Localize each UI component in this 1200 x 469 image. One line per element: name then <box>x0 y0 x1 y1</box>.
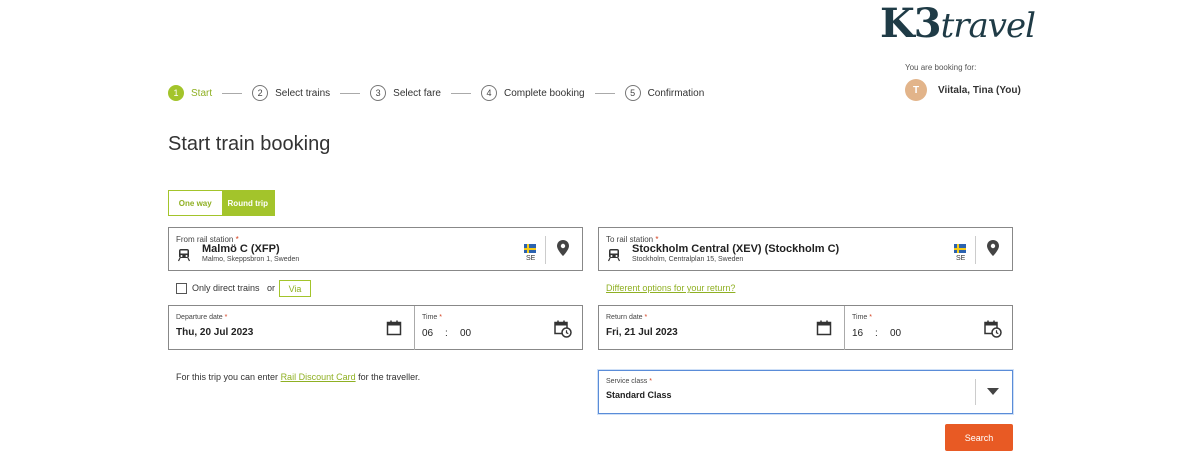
step-number: 1 <box>168 85 184 101</box>
return-datetime-field: Return date * Fri, 21 Jul 2023 Time * 16… <box>598 305 1013 350</box>
step-number: 4 <box>480 85 497 101</box>
booking-for-label: You are booking for: <box>905 63 977 72</box>
step-select-trains: 2 Select trains <box>252 85 330 101</box>
step-select-fare: 3 Select fare <box>370 85 441 101</box>
return-date-label: Return date * <box>606 314 648 321</box>
step-connector <box>340 92 361 94</box>
step-number: 3 <box>370 85 387 101</box>
train-icon <box>607 249 621 262</box>
train-icon <box>177 249 191 262</box>
sweden-flag-icon <box>954 244 966 253</box>
step-start: 1 Start <box>168 85 212 101</box>
return-date-value[interactable]: Fri, 21 Jul 2023 <box>606 327 678 338</box>
from-station-name: Malmö C (XFP) <box>202 243 280 255</box>
to-station-field[interactable]: To rail station * Stockholm Central (XEV… <box>598 227 1013 271</box>
departure-time-label: Time * <box>422 314 442 321</box>
step-connector <box>594 92 615 94</box>
step-number: 5 <box>624 85 641 101</box>
step-label: Start <box>191 87 213 99</box>
country-code: SE <box>956 255 966 262</box>
field-divider <box>975 379 976 405</box>
brand-logo: K3travel <box>880 0 1036 48</box>
service-class-select[interactable]: Service class * Standard Class <box>598 370 1013 414</box>
logo-word: travel <box>940 6 1036 46</box>
or-label: or <box>267 283 276 293</box>
avatar[interactable]: T <box>905 79 927 101</box>
sweden-flag-icon <box>524 244 536 253</box>
return-hour[interactable]: 16 <box>852 328 863 339</box>
round-trip-button[interactable]: Round trip <box>221 191 274 215</box>
discount-card-note: For this trip you can enter Rail Discoun… <box>176 372 420 382</box>
calendar-icon[interactable] <box>386 320 402 336</box>
return-minute[interactable]: 00 <box>890 328 901 339</box>
location-pin-icon[interactable] <box>986 239 1000 257</box>
field-divider <box>844 306 845 350</box>
step-label: Select trains <box>275 87 331 99</box>
departure-datetime-field: Departure date * Thu, 20 Jul 2023 Time *… <box>168 305 583 350</box>
page-title: Start train booking <box>168 133 331 155</box>
location-pin-icon[interactable] <box>556 239 570 257</box>
departure-date-label: Departure date * <box>176 314 228 321</box>
trip-type-toggle: One way Round trip <box>168 190 275 216</box>
field-divider <box>545 236 546 264</box>
logo-mark: K3 <box>880 0 942 47</box>
different-return-link[interactable]: Different options for your return? <box>606 283 735 293</box>
step-label: Confirmation <box>647 87 705 99</box>
return-time-label: Time * <box>852 314 872 321</box>
calendar-icon[interactable] <box>816 320 832 336</box>
departure-date-value[interactable]: Thu, 20 Jul 2023 <box>176 327 253 338</box>
step-label: Complete booking <box>503 87 585 99</box>
calendar-clock-icon[interactable] <box>984 320 1002 338</box>
departure-minute[interactable]: 00 <box>460 328 471 339</box>
booking-stepper: 1 Start 2 Select trains 3 Select fare 4 … <box>168 84 704 102</box>
country-code: SE <box>526 255 536 262</box>
search-button[interactable]: Search <box>945 424 1013 451</box>
from-station-address: Malmo, Skeppsbron 1, Sweden <box>202 256 300 263</box>
time-separator: : <box>875 328 878 339</box>
discount-prefix: For this trip you can enter <box>176 372 279 382</box>
step-confirmation: 5 Confirmation <box>624 85 705 101</box>
service-class-label: Service class * <box>606 378 652 385</box>
traveller-name[interactable]: Viitala, Tina (You) <box>938 85 1021 96</box>
step-connector <box>222 92 243 94</box>
rail-discount-card-link[interactable]: Rail Discount Card <box>281 372 356 382</box>
to-station-name: Stockholm Central (XEV) (Stockholm C) <box>632 243 840 255</box>
calendar-clock-icon[interactable] <box>554 320 572 338</box>
departure-hour[interactable]: 06 <box>422 328 433 339</box>
to-station-address: Stockholm, Centralplan 15, Sweden <box>632 256 744 263</box>
step-label: Select fare <box>393 87 441 99</box>
step-number: 2 <box>252 85 269 101</box>
step-connector <box>450 92 471 94</box>
direct-trains-checkbox[interactable] <box>176 283 187 294</box>
time-separator: : <box>445 328 448 339</box>
step-complete-booking: 4 Complete booking <box>480 85 585 101</box>
from-station-field[interactable]: From rail station * Malmö C (XFP) Malmo,… <box>168 227 583 271</box>
one-way-button[interactable]: One way <box>169 191 222 215</box>
discount-suffix: for the traveller. <box>358 372 421 382</box>
field-divider <box>975 236 976 264</box>
chevron-down-icon[interactable] <box>987 388 999 395</box>
field-divider <box>414 306 415 350</box>
service-class-value: Standard Class <box>606 390 672 400</box>
direct-trains-label: Only direct trains <box>192 283 260 293</box>
via-button[interactable]: Via <box>279 280 311 297</box>
